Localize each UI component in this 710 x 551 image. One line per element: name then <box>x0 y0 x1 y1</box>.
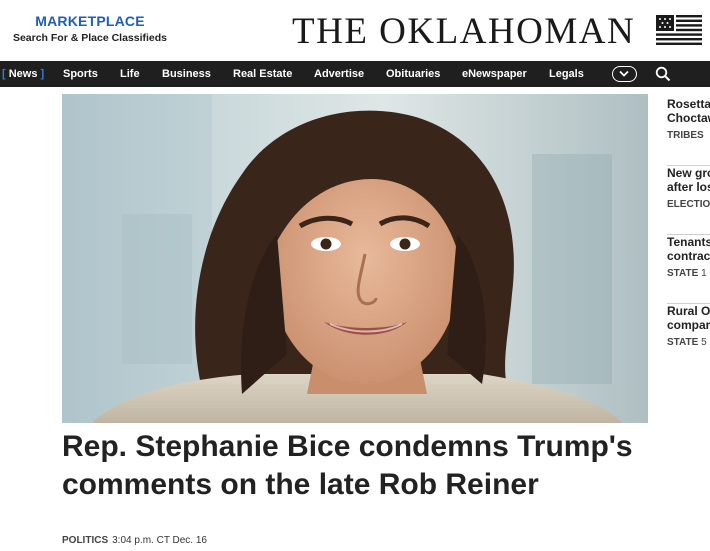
nav-item-news[interactable]: [ News ] <box>2 61 44 87</box>
nav-item-sports[interactable]: Sports <box>63 61 98 87</box>
story-title-line: New gro <box>667 166 710 180</box>
section-label[interactable]: POLITICS <box>62 535 108 546</box>
sidebar-story[interactable]: Rosetta Choctaw TRIBES <box>667 97 710 166</box>
nav-item-real-estate[interactable]: Real Estate <box>233 61 292 87</box>
story-title-line: Rural O <box>667 304 710 318</box>
nav-item-enewspaper[interactable]: eNewspaper <box>462 61 527 87</box>
active-bracket-close: ] <box>40 68 45 80</box>
story-section: STATE 5 <box>667 337 707 348</box>
story-section: STATE 1 <box>667 268 707 279</box>
story-title-line: after los <box>667 180 710 194</box>
nav-item-life[interactable]: Life <box>120 61 140 87</box>
sidebar-story[interactable]: Tenants contrac STATE 1 <box>667 235 710 304</box>
sidebar-story[interactable]: New gro after los ELECTIO <box>667 166 710 235</box>
site-header: MARKETPLACE Search For & Place Classifie… <box>0 0 710 58</box>
search-icon[interactable] <box>655 66 671 82</box>
nav-item-legals[interactable]: Legals <box>549 61 584 87</box>
story-title-line: Rosetta <box>667 97 710 111</box>
sidebar-headlines: Rosetta Choctaw TRIBES New gro after los… <box>667 97 710 373</box>
article-headline[interactable]: Rep. Stephanie Bice condemns Trump's com… <box>62 428 648 504</box>
story-title-line: Choctaw <box>667 111 710 125</box>
story-title-line: compar <box>667 318 710 332</box>
main-nav: [ News ] Sports Life Business Real Estat… <box>0 61 710 87</box>
nav-item-label: News <box>8 68 38 80</box>
story-title-line: contrac <box>667 249 710 263</box>
nav-item-business[interactable]: Business <box>162 61 211 87</box>
story-section: TRIBES <box>667 130 704 141</box>
sidebar-story[interactable]: Rural O compar STATE 5 <box>667 304 710 373</box>
more-menu-button[interactable] <box>612 66 637 82</box>
marketplace-subtitle[interactable]: Search For & Place Classifieds <box>10 32 170 44</box>
story-title-line: Tenants <box>667 235 710 249</box>
flag-icon <box>656 15 702 45</box>
chevron-down-icon <box>619 70 629 77</box>
nav-item-advertise[interactable]: Advertise <box>314 61 364 87</box>
hero-image[interactable] <box>62 94 648 423</box>
nav-item-obituaries[interactable]: Obituaries <box>386 61 440 87</box>
active-bracket-open: [ <box>2 68 6 80</box>
article-meta: POLITICS 3:04 p.m. CT Dec. 16 <box>62 535 207 546</box>
marketplace-link[interactable]: MARKETPLACE Search For & Place Classifie… <box>10 13 170 44</box>
site-logo[interactable]: THE OKLAHOMAN <box>292 10 635 53</box>
marketplace-title[interactable]: MARKETPLACE <box>10 13 170 29</box>
story-section: ELECTIO <box>667 199 710 210</box>
portrait-photo <box>62 94 648 423</box>
timestamp: 3:04 p.m. CT Dec. 16 <box>112 535 207 546</box>
